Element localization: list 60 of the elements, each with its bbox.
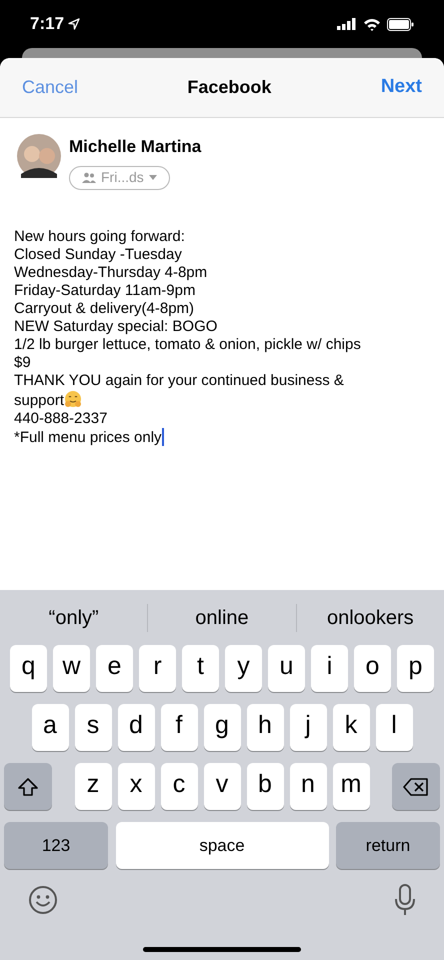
keyboard-key[interactable]: l <box>376 704 412 751</box>
keyboard-key[interactable]: v <box>204 763 240 810</box>
keyboard-key[interactable]: 123 <box>4 822 108 869</box>
keyboard-key[interactable]: s <box>74 704 112 751</box>
keyboard-key[interactable]: m <box>332 763 370 810</box>
backspace-icon <box>403 776 429 796</box>
keyboard-key[interactable]: a <box>32 704 68 751</box>
sheet-title: Facebook <box>187 76 272 99</box>
shift-key[interactable] <box>4 763 52 810</box>
post-line: Friday-Saturday 11am-9pm <box>14 282 196 300</box>
post-line: NEW Saturday special: BOGO <box>14 318 218 336</box>
keyboard-key[interactable]: g <box>204 704 240 751</box>
keyboard-key[interactable]: d <box>118 704 154 751</box>
post-line: Wednesday-Thursday 4-8pm <box>14 264 208 282</box>
keyboard-key[interactable]: z <box>74 763 112 810</box>
keyboard-key[interactable]: i <box>311 645 348 692</box>
suggestion[interactable]: onlookers <box>296 602 444 632</box>
keyboard-key[interactable]: return <box>336 822 440 869</box>
microphone-icon[interactable] <box>394 884 416 916</box>
people-icon <box>82 172 96 183</box>
keyboard-key[interactable]: y <box>225 645 262 692</box>
post-line: Carryout & delivery(4-8pm) <box>14 300 196 318</box>
keyboard-key[interactable]: n <box>290 763 326 810</box>
caret-icon <box>148 175 157 180</box>
keyboard-key[interactable]: o <box>354 645 391 692</box>
post-line: 440-888-2337 <box>14 410 108 428</box>
keyboard-key[interactable]: p <box>397 645 434 692</box>
post-line: THANK YOU again for your continued business & support <box>14 372 345 410</box>
signal-icon <box>337 18 357 30</box>
keyboard-key[interactable]: k <box>332 704 370 751</box>
delete-key[interactable] <box>392 763 440 810</box>
shift-icon <box>17 776 39 798</box>
post-line: New hours going forward: <box>14 228 186 246</box>
wifi-icon <box>363 18 381 30</box>
location-arrow-icon <box>68 18 80 30</box>
author-name: Michelle Martina <box>69 136 202 158</box>
keyboard-key[interactable]: t <box>182 645 219 692</box>
post-line: $9 <box>14 354 32 372</box>
keyboard-key[interactable]: b <box>246 763 284 810</box>
space-key[interactable]: space <box>116 822 328 869</box>
battery-icon <box>387 18 414 30</box>
avatar <box>17 134 61 178</box>
next-button[interactable]: Next <box>380 73 422 102</box>
keyboard-key[interactable]: r <box>139 645 176 692</box>
post-line: Closed Sunday -Tuesday <box>14 246 183 264</box>
keyboard-key[interactable]: q <box>10 645 47 692</box>
suggestion[interactable]: “only” <box>0 602 148 632</box>
keyboard-key[interactable]: h <box>246 704 284 751</box>
suggestion[interactable]: online <box>148 602 296 632</box>
emoji-icon[interactable] <box>28 885 58 915</box>
post-line: *Full menu prices only <box>14 428 165 446</box>
keyboard-key[interactable]: x <box>118 763 154 810</box>
keyboard-key[interactable]: f <box>160 704 198 751</box>
clock-time: 7:17 <box>30 13 64 36</box>
keyboard-key[interactable]: w <box>53 645 90 692</box>
keyboard-key[interactable]: j <box>290 704 326 751</box>
keyboard-key[interactable]: u <box>268 645 305 692</box>
keyboard-key[interactable]: e <box>96 645 133 692</box>
post-line: 1/2 lb burger lettuce, tomato & onion, pickle w/ chips <box>14 336 362 354</box>
keyboard-key[interactable]: c <box>160 763 198 810</box>
